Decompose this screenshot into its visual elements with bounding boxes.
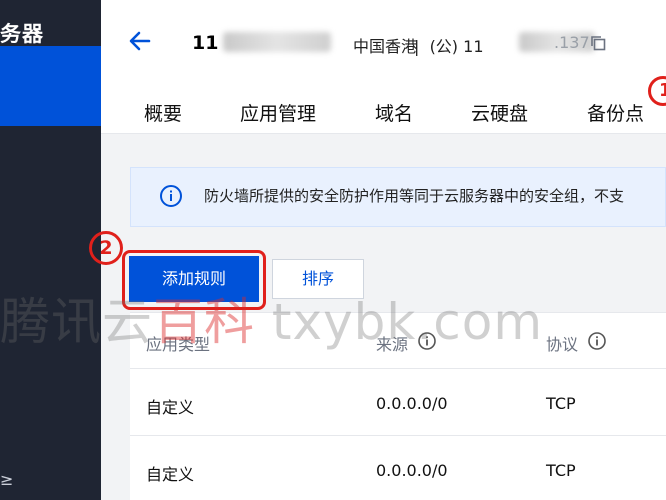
sidebar-bottom-text: ≥	[0, 470, 14, 489]
watermark-text: 腾讯云	[0, 293, 153, 351]
table-cell-protocol: TCP	[546, 461, 576, 480]
tab-cloud-disk[interactable]: 云硬盘	[471, 99, 528, 126]
public-ip-suffix: .137	[554, 33, 590, 52]
table-cell-protocol: TCP	[546, 394, 576, 413]
back-arrow-icon[interactable]	[127, 28, 153, 54]
table-cell-type: 自定义	[146, 398, 195, 417]
tab-backup[interactable]: 备份点	[587, 99, 644, 126]
tab-bar: 概要 应用管理 域名 云硬盘 备份点	[101, 88, 666, 134]
redacted-server-id	[223, 32, 331, 52]
table-row-divider	[130, 368, 666, 369]
watermark: 腾讯云百科 txybk.com	[0, 282, 543, 354]
table-row-divider	[130, 435, 666, 436]
server-id: 11	[192, 32, 219, 54]
table-cell-source: 0.0.0.0/0	[376, 394, 448, 413]
sidebar-title: 务器	[0, 22, 44, 46]
watermark-domain: txybk.com	[255, 293, 544, 351]
sidebar-item-active[interactable]	[0, 46, 101, 126]
server-region: 中国香港	[353, 37, 418, 56]
column-header-protocol: 协议	[546, 335, 579, 354]
tab-domain[interactable]: 域名	[375, 99, 413, 126]
info-icon	[160, 185, 182, 207]
protocol-info-icon[interactable]	[587, 331, 607, 351]
sidebar: 务器 ≥	[0, 0, 101, 500]
copy-icon[interactable]	[590, 35, 606, 51]
public-ip-label: | (公) 11	[414, 37, 484, 56]
watermark-red-text: 百科	[153, 293, 255, 351]
table-cell-source: 0.0.0.0/0	[376, 461, 448, 480]
tab-overview[interactable]: 概要	[144, 99, 182, 126]
annotation-badge-2: 2	[89, 231, 123, 265]
notice-text: 防火墙所提供的安全防护作用等同于云服务器中的安全组，不支	[204, 187, 625, 205]
instance-header: 11 中国香港 | (公) 11 .137	[101, 0, 666, 88]
table-cell-type: 自定义	[146, 465, 195, 484]
tab-app-management[interactable]: 应用管理	[240, 99, 316, 126]
